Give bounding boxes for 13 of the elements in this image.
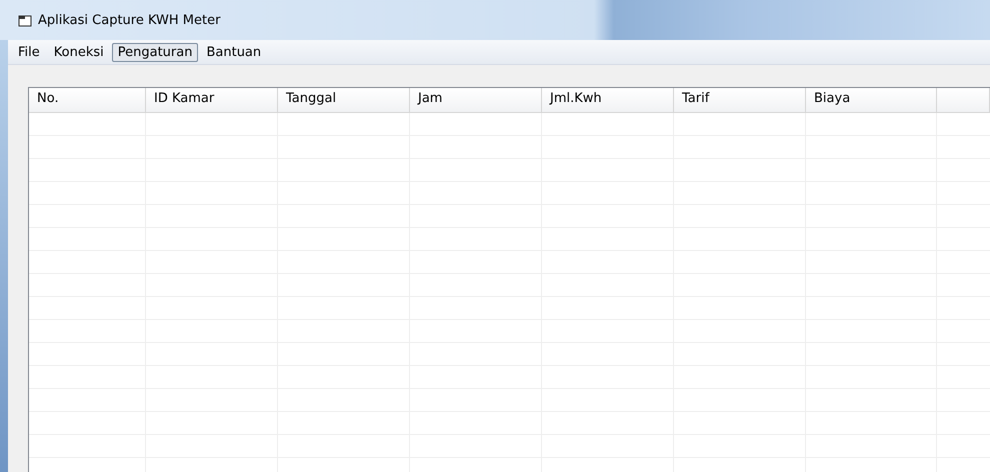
menu-item[interactable]: Pengaturan — [112, 42, 198, 62]
menu-item[interactable]: Bantuan — [200, 42, 268, 62]
column-header[interactable]: Jml.Kwh — [542, 88, 674, 112]
menu-item[interactable]: Koneksi — [48, 42, 110, 62]
column-header[interactable]: No. — [29, 88, 146, 112]
menu-item[interactable]: File — [12, 42, 46, 62]
column-header[interactable]: Jam — [410, 88, 542, 112]
app-icon — [18, 14, 32, 26]
window-title: Aplikasi Capture KWH Meter — [38, 12, 220, 28]
column-header[interactable]: Tanggal — [278, 88, 410, 112]
column-header[interactable]: Tarif — [674, 88, 806, 112]
column-header[interactable]: ID Kamar — [146, 88, 278, 112]
column-header[interactable]: Biaya — [806, 88, 937, 112]
